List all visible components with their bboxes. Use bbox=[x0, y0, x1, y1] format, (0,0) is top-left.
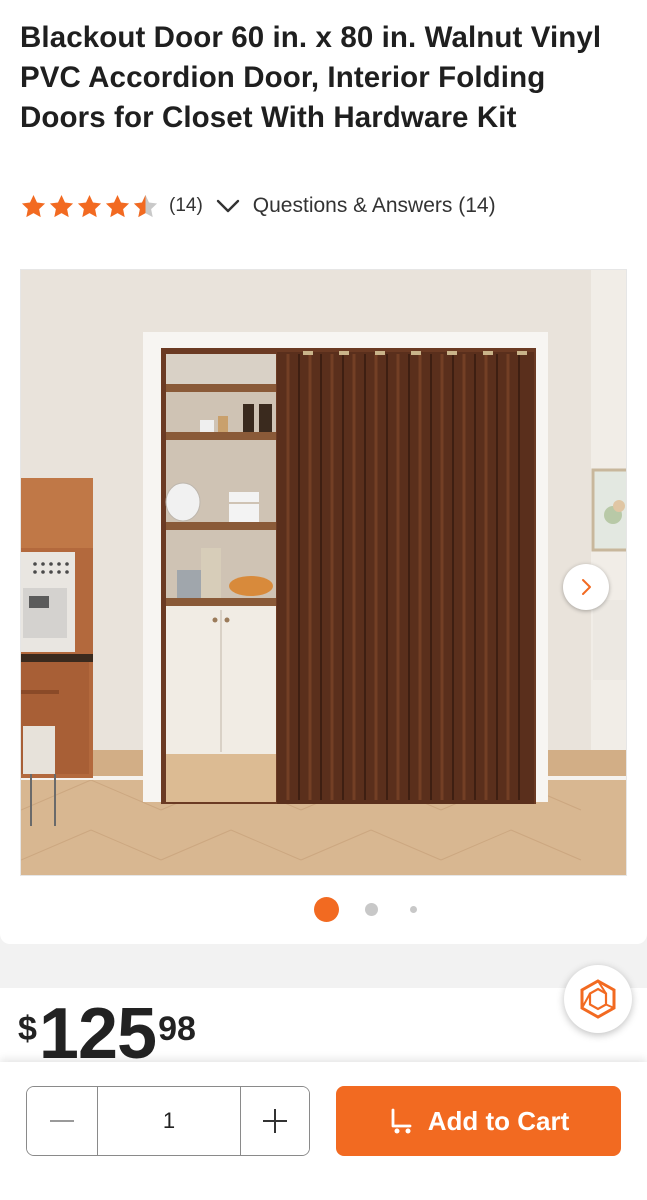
cart-icon bbox=[391, 1108, 412, 1134]
star-rating[interactable] bbox=[20, 193, 159, 220]
pagination-dot[interactable] bbox=[410, 906, 417, 913]
product-title: Blackout Door 60 in. x 80 in. Walnut Vin… bbox=[20, 21, 602, 134]
star-icon bbox=[21, 194, 46, 217]
quantity-input[interactable] bbox=[97, 1087, 241, 1155]
quantity-stepper bbox=[26, 1086, 310, 1156]
add-to-cart-bar: Add to Cart bbox=[0, 1062, 647, 1200]
gallery-pagination bbox=[0, 896, 647, 922]
star-icon bbox=[77, 194, 102, 217]
quantity-increase-button[interactable] bbox=[241, 1087, 309, 1155]
product-photo bbox=[21, 270, 626, 875]
pagination-dot-active[interactable] bbox=[314, 897, 339, 922]
hexagon-help-icon bbox=[580, 979, 616, 1019]
price-dollars: 125 bbox=[38, 994, 157, 1074]
chevron-down-icon[interactable] bbox=[215, 196, 241, 216]
add-to-cart-button[interactable]: Add to Cart bbox=[336, 1086, 621, 1156]
pagination-dot[interactable] bbox=[365, 903, 378, 916]
add-to-cart-label: Add to Cart bbox=[427, 1105, 570, 1136]
help-chat-button[interactable] bbox=[564, 965, 632, 1033]
product-price: $ 125 98 bbox=[18, 998, 196, 1070]
review-count[interactable]: (14) bbox=[169, 195, 203, 217]
chevron-right-icon bbox=[582, 579, 591, 595]
product-card: Blackout Door 60 in. x 80 in. Walnut Vin… bbox=[0, 0, 647, 944]
plus-icon bbox=[263, 1109, 287, 1133]
price-currency: $ bbox=[18, 1010, 37, 1048]
product-image-gallery[interactable] bbox=[20, 269, 627, 876]
star-icon bbox=[49, 194, 74, 217]
star-half-icon bbox=[133, 194, 158, 217]
star-icon bbox=[105, 194, 130, 217]
questions-answers-link[interactable]: Questions & Answers (14) bbox=[253, 194, 496, 218]
rating-row[interactable]: (14) Questions & Answers (14) bbox=[20, 190, 496, 222]
next-image-button[interactable] bbox=[563, 564, 609, 610]
minus-icon bbox=[50, 1120, 74, 1122]
quantity-decrease-button[interactable] bbox=[27, 1087, 97, 1155]
price-cents: 98 bbox=[158, 1010, 196, 1048]
